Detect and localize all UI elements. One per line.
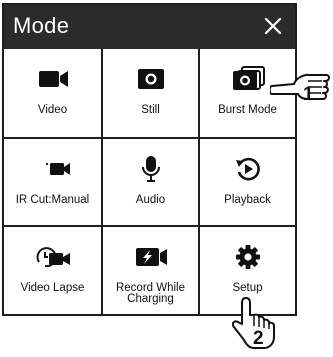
playback-icon <box>228 155 268 183</box>
mode-label: Record While Charging <box>115 282 186 305</box>
mode-record-while-charging[interactable]: Record While Charging <box>101 225 198 314</box>
mode-label: Video <box>37 104 68 116</box>
mode-still[interactable]: Still <box>101 49 198 137</box>
mode-label: IR Cut:Manual <box>15 194 90 206</box>
video-lapse-icon <box>33 243 73 271</box>
mode-dialog: Mode Video Still Burst Mode IR Cut:Manua… <box>2 3 297 316</box>
ir-cut-icon <box>33 155 73 183</box>
burst-mode-icon <box>228 65 268 93</box>
microphone-icon <box>131 155 171 183</box>
camera-still-icon <box>131 65 171 93</box>
mode-label: Playback <box>224 194 271 206</box>
mode-label: Audio <box>135 194 166 206</box>
mode-label: Still <box>141 104 160 116</box>
callout-number: 2 <box>253 328 264 349</box>
mode-grid: Video Still Burst Mode IR Cut:Manual Aud… <box>4 49 295 314</box>
mode-audio[interactable]: Audio <box>101 137 198 225</box>
video-camera-icon <box>33 65 73 93</box>
dialog-header: Mode <box>4 5 295 49</box>
mode-video-lapse[interactable]: Video Lapse <box>4 225 101 314</box>
mode-video[interactable]: Video <box>4 49 101 137</box>
record-charging-icon <box>131 243 171 271</box>
pointing-hand-icon <box>268 66 332 123</box>
mode-playback[interactable]: Playback <box>198 137 295 225</box>
mode-label: Video Lapse <box>20 282 85 294</box>
gear-icon <box>228 243 268 271</box>
mode-label: Setup <box>232 282 263 294</box>
dialog-title: Mode <box>13 13 70 38</box>
mode-ir-cut[interactable]: IR Cut:Manual <box>4 137 101 225</box>
callout-number: 1 <box>303 84 314 105</box>
close-icon[interactable] <box>261 14 285 38</box>
